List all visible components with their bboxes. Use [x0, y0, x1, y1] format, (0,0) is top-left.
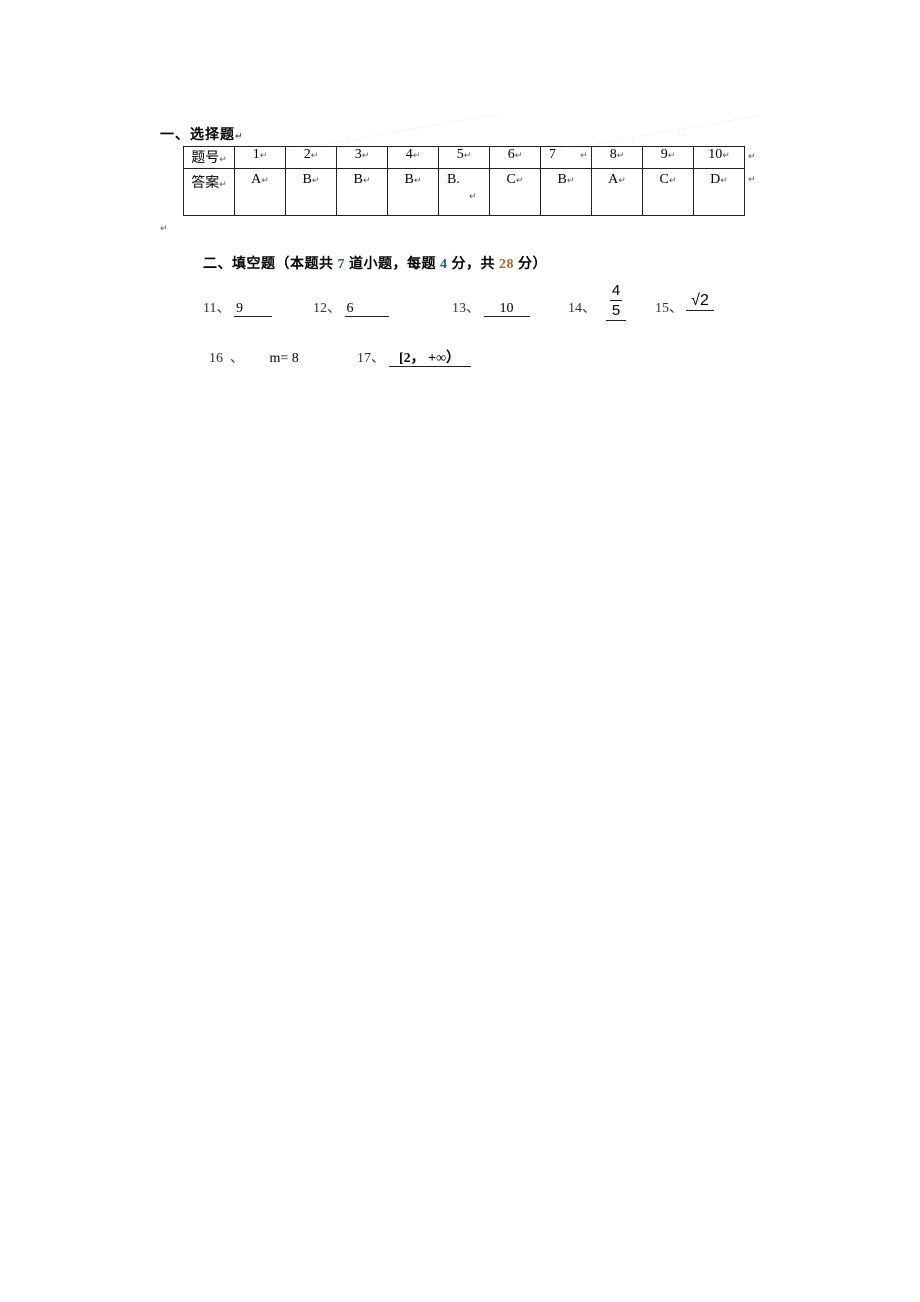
fill-blank-item: 15、: [655, 297, 683, 317]
fill-blank-item: 17、 [2， +∞）: [357, 347, 471, 367]
row-header-answers: 答案↵: [183, 168, 235, 216]
question-number-cell: 3↵: [336, 146, 388, 169]
answer-cell: B↵: [336, 168, 388, 216]
question-number-cell: 4↵: [387, 146, 439, 169]
return-mark: ↵: [235, 132, 244, 142]
question-number: 16 、: [209, 351, 244, 366]
question-number: 11、: [203, 301, 231, 316]
question-number-cell: 9↵: [642, 146, 694, 169]
fill-blank-item: 11、 9: [203, 297, 272, 317]
row-header-numbers: 题号↵: [183, 146, 235, 169]
question-number-cell: 6↵: [489, 146, 541, 169]
question-count: 7: [337, 257, 345, 272]
fill-blank-item: 13、 10: [452, 297, 530, 317]
question-number-cell: 7 ↵: [540, 146, 592, 169]
fill-blank-item: 16 、 m= 8: [209, 347, 299, 367]
answer-cell: A↵: [234, 168, 286, 216]
answer-blank: 6: [344, 301, 389, 317]
question-number-cell: 5↵: [438, 146, 490, 169]
return-mark: ↵: [748, 152, 756, 162]
return-mark: ↵: [160, 224, 168, 234]
numerator: 4: [611, 282, 621, 299]
question-number-cell: 1↵: [234, 146, 286, 169]
total-points: 28: [499, 257, 514, 272]
answer-cell: D↵: [693, 168, 745, 216]
section-1-title: 一、选择题↵: [160, 124, 244, 144]
question-number-cell: 10↵: [693, 146, 745, 169]
fill-blank-item: 14、: [568, 297, 596, 317]
answer-blank: [2， +∞）: [388, 351, 471, 367]
question-number: 17、: [357, 351, 385, 366]
question-number: 15、: [655, 301, 683, 316]
question-number: 13、: [452, 301, 480, 316]
answer-cell: B↵: [387, 168, 439, 216]
question-number-cell: 2↵: [285, 146, 337, 169]
fraction-bar: [610, 300, 622, 301]
sqrt-answer: √2: [686, 292, 714, 311]
answer-blank: 9: [233, 301, 272, 317]
table-row-answers: 答案↵ A↵ B↵ B↵ B↵ B. ↵ C↵ B↵ A↵ C↵ D↵: [183, 168, 745, 216]
question-number-cell: 8↵: [591, 146, 643, 169]
denominator: 5: [606, 302, 626, 321]
question-number: 12、: [313, 301, 341, 316]
answer-text: m= 8: [269, 351, 299, 366]
answer-blank: 10: [483, 301, 530, 317]
section-2-title: 二、填空题（本题共 7 道小题，每题 4 分，共 28 分）: [203, 257, 547, 272]
answer-cell: A↵: [591, 168, 643, 216]
answer-cell: C↵: [642, 168, 694, 216]
answer-cell: B↵: [285, 168, 337, 216]
answer-cell: B. ↵: [438, 168, 490, 216]
section-1-title-text: 一、选择题: [160, 128, 235, 143]
answer-table: 题号↵ 1↵ 2↵ 3↵ 4↵ 5↵ 6↵ 7 ↵ 8↵ 9↵ 10↵ 答案↵ A…: [183, 146, 745, 216]
answer-cell: C↵: [489, 168, 541, 216]
return-mark: ↵: [748, 175, 756, 185]
question-number: 14、: [568, 301, 596, 316]
table-row-numbers: 题号↵ 1↵ 2↵ 3↵ 4↵ 5↵ 6↵ 7 ↵ 8↵ 9↵ 10↵: [183, 146, 745, 169]
answer-cell: B↵: [540, 168, 592, 216]
fraction-answer: 4 5: [606, 282, 626, 321]
fill-blank-item: 12、 6: [313, 297, 389, 317]
points-each: 4: [440, 257, 448, 272]
